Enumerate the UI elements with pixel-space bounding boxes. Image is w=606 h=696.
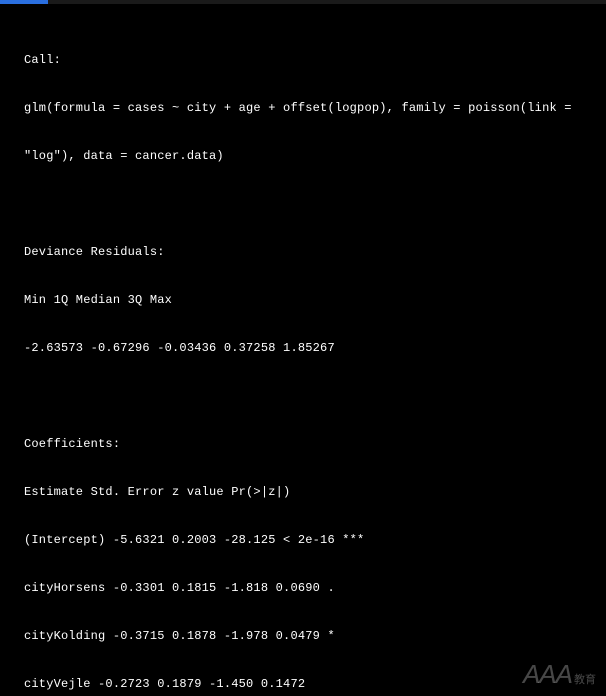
output-line: "log"), data = cancer.data) (24, 144, 582, 168)
output-line: cityVejle -0.2723 0.1879 -1.450 0.1472 (24, 672, 582, 696)
watermark: AAA 教育 (523, 659, 596, 690)
output-line: Estimate Std. Error z value Pr(>|z|) (24, 480, 582, 504)
blank-line (24, 192, 582, 216)
output-line: cityHorsens -0.3301 0.1815 -1.818 0.0690… (24, 576, 582, 600)
watermark-brand: AAA (523, 659, 572, 690)
output-line: Coefficients: (24, 432, 582, 456)
output-line: glm(formula = cases ~ city + age + offse… (24, 96, 582, 120)
output-line: Deviance Residuals: (24, 240, 582, 264)
output-line: -2.63573 -0.67296 -0.03436 0.37258 1.852… (24, 336, 582, 360)
code-output: Call: glm(formula = cases ~ city + age +… (0, 4, 606, 696)
blank-line (24, 384, 582, 408)
output-line: cityKolding -0.3715 0.1878 -1.978 0.0479… (24, 624, 582, 648)
watermark-suffix: 教育 (574, 671, 596, 687)
output-line: Call: (24, 48, 582, 72)
output-line: Min 1Q Median 3Q Max (24, 288, 582, 312)
output-line: (Intercept) -5.6321 0.2003 -28.125 < 2e-… (24, 528, 582, 552)
